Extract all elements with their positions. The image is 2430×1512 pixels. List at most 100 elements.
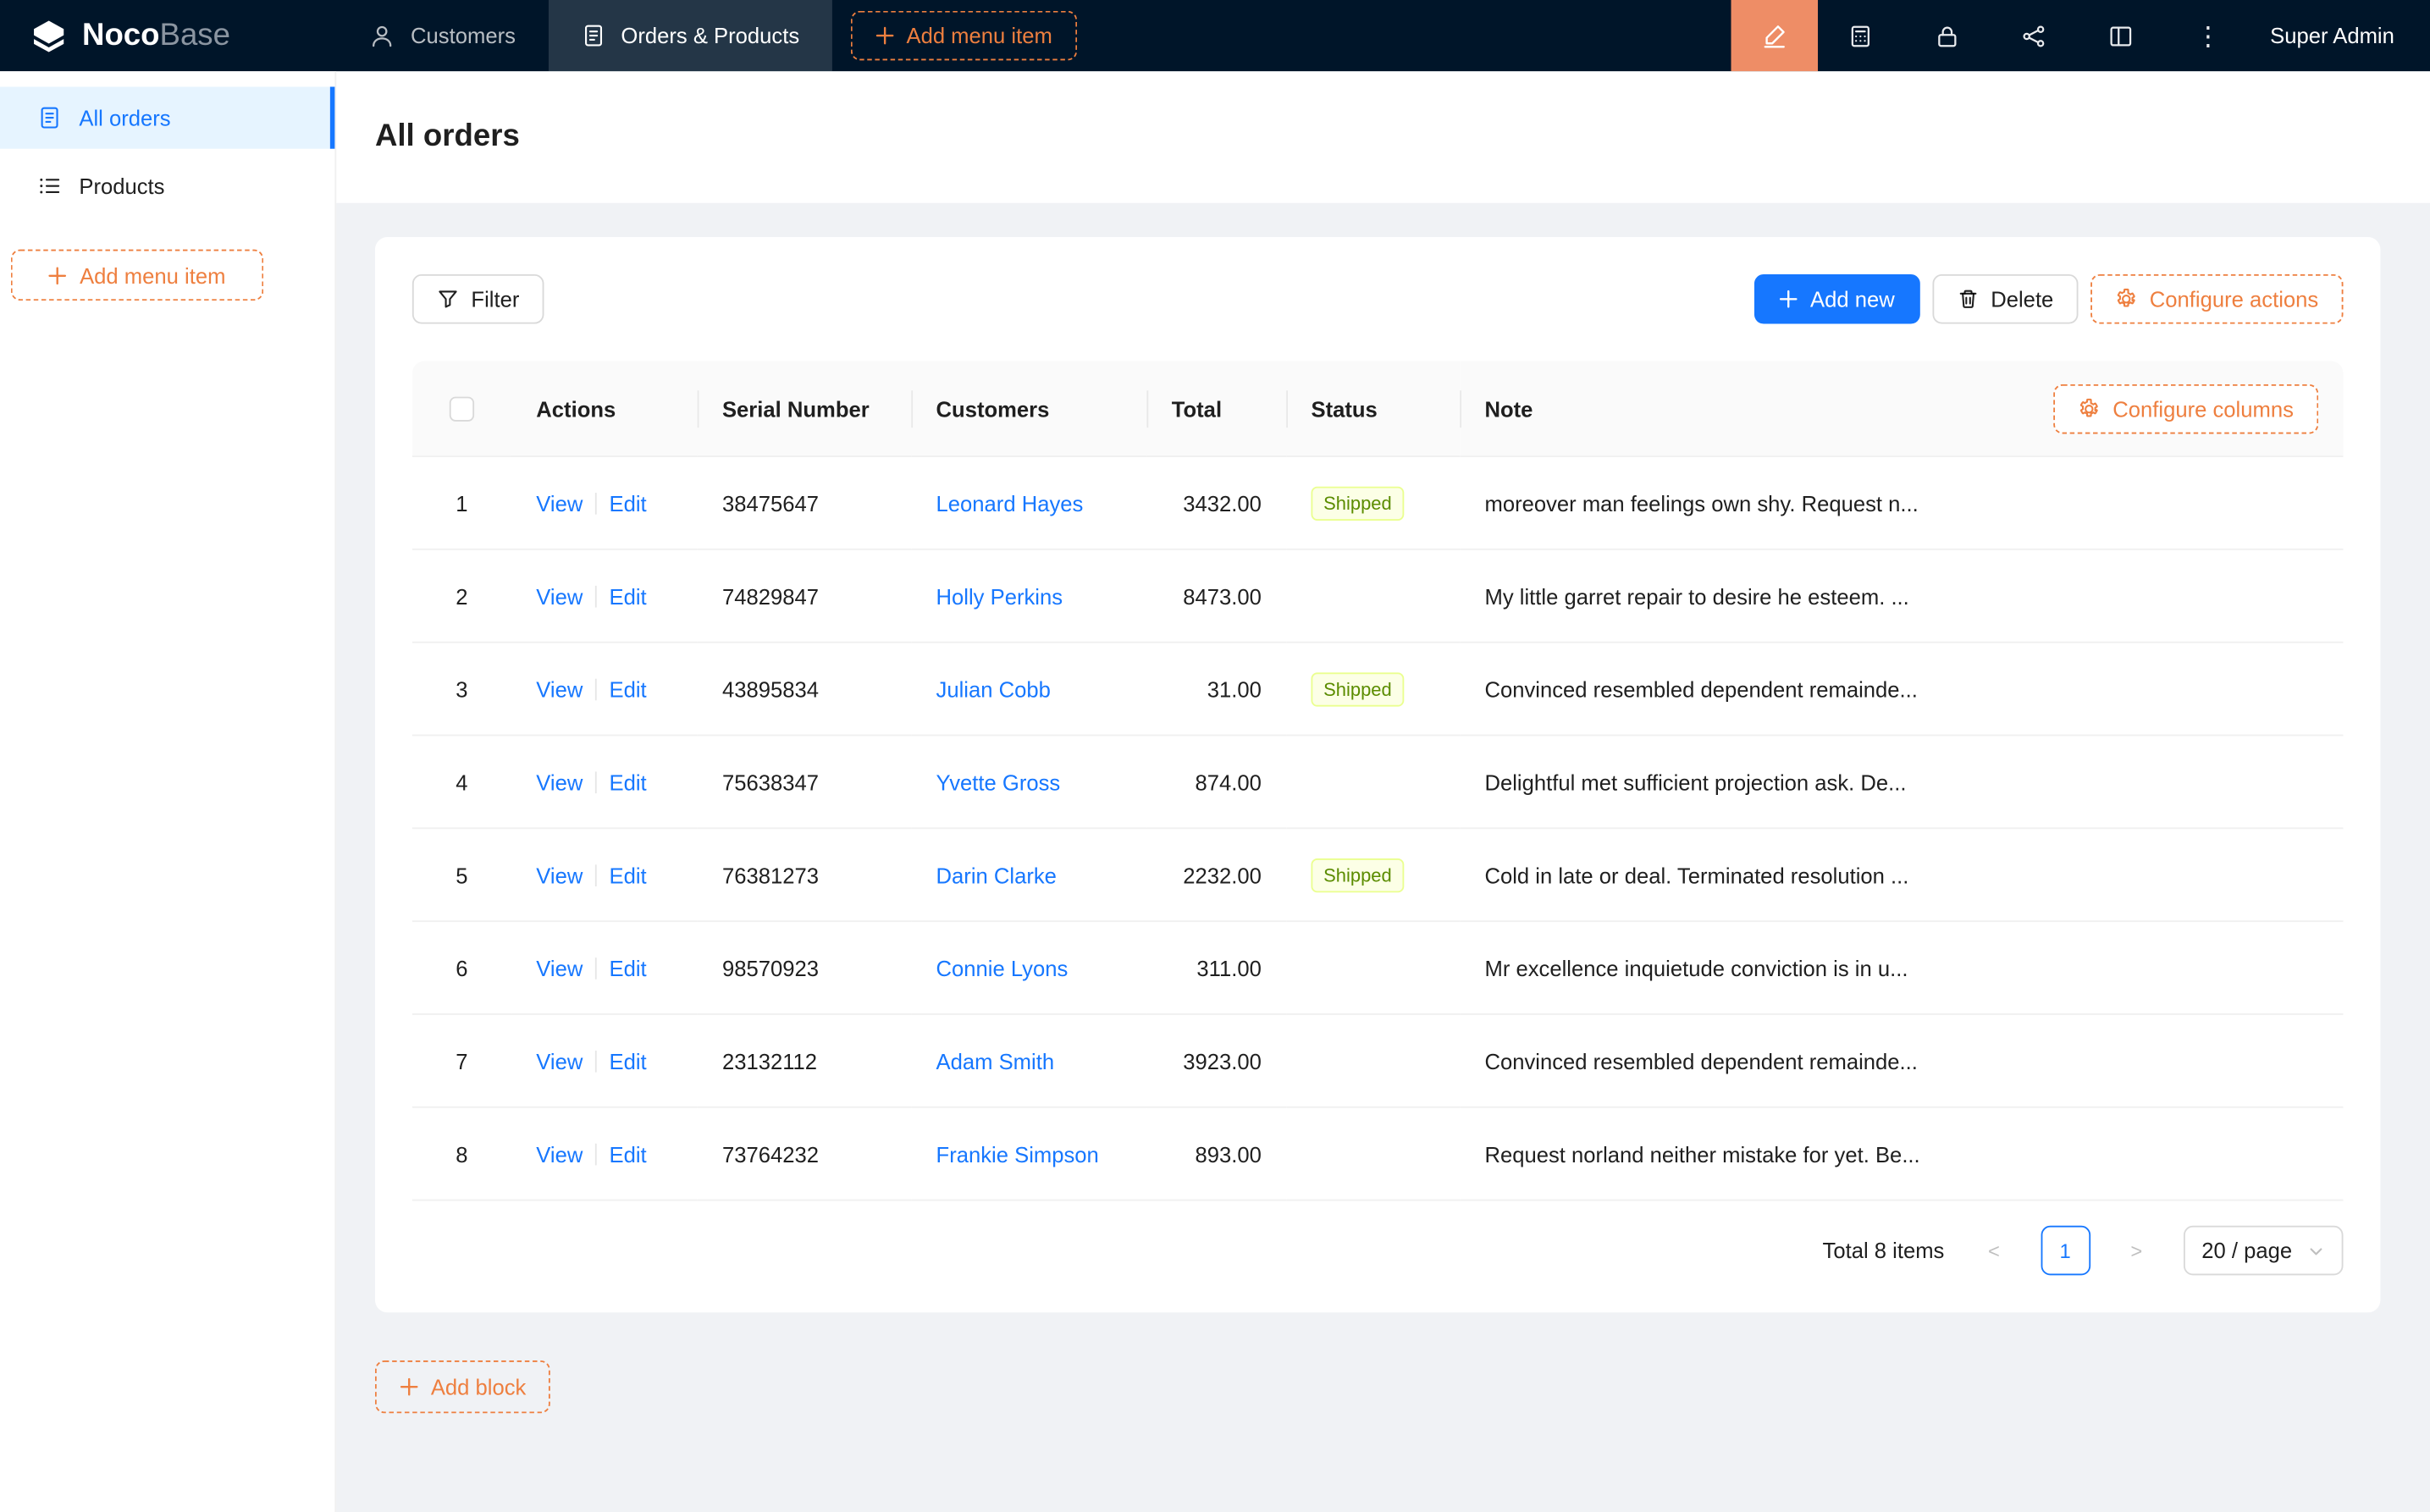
orders-file-icon (37, 105, 62, 130)
page-title: All orders (375, 119, 520, 155)
view-link[interactable]: View (536, 863, 583, 887)
user-name: Super Admin (2270, 23, 2394, 47)
view-link[interactable]: View (536, 490, 583, 515)
note-cell: Convinced resembled dependent remainde..… (1460, 643, 2343, 737)
pagination-prev-button[interactable]: < (1969, 1226, 2019, 1276)
calculator-icon (1847, 23, 1874, 49)
filter-label: Filter (471, 287, 519, 312)
status-cell (1286, 736, 1460, 829)
sidebar-item-label: All orders (79, 105, 170, 130)
view-link[interactable]: View (536, 1141, 583, 1166)
plus-icon (1779, 290, 1798, 308)
view-link[interactable]: View (536, 583, 583, 608)
plus-icon (875, 26, 894, 45)
tab-orders-products[interactable]: Orders & Products (548, 0, 831, 71)
action-divider (595, 1050, 597, 1072)
header-actions: ⋮ Super Admin (1731, 0, 2430, 71)
orders-table: Actions Serial Number Customers Total St… (412, 361, 2344, 1200)
configure-columns-button[interactable]: Configure columns (2054, 384, 2319, 433)
note-cell: Delightful met sufficient projection ask… (1460, 736, 2343, 829)
customer-link[interactable]: Holly Perkins (936, 583, 1063, 608)
add-new-label: Add new (1810, 287, 1895, 312)
edit-link[interactable]: Edit (610, 583, 647, 608)
customer-link[interactable]: Leonard Hayes (936, 490, 1084, 515)
note-cell: Request norland neither mistake for yet.… (1460, 1108, 2343, 1201)
list-icon (37, 174, 62, 198)
header-add-menu-item-button[interactable]: Add menu item (851, 11, 1078, 61)
tab-customers[interactable]: Customers (336, 0, 548, 71)
user-menu[interactable]: Super Admin (2251, 0, 2430, 71)
actions-cell: View Edit (511, 736, 698, 829)
customer-link[interactable]: Julian Cobb (936, 676, 1051, 701)
pagination-next-button[interactable]: > (2112, 1226, 2162, 1276)
logo[interactable]: Noco Base (0, 0, 336, 71)
view-link[interactable]: View (536, 676, 583, 701)
sidebar-item-all-orders[interactable]: All orders (0, 86, 334, 148)
layout-button[interactable] (2078, 0, 2165, 71)
customer-cell: Frankie Simpson (911, 1108, 1146, 1201)
pagination: Total 8 items < 1 > 20 / page (412, 1226, 2344, 1276)
column-header-status: Status (1286, 361, 1460, 456)
column-header-note: Note Configure columns (1460, 361, 2343, 456)
gear-icon (2079, 397, 2101, 419)
sidebar-item-products[interactable]: Products (0, 155, 334, 217)
customer-cell: Adam Smith (911, 1015, 1146, 1108)
edit-link[interactable]: Edit (610, 1048, 647, 1073)
delete-button[interactable]: Delete (1932, 274, 2079, 324)
page-size-value: 20 / page (2201, 1238, 2292, 1262)
customer-link[interactable]: Connie Lyons (936, 955, 1069, 979)
actions-cell: View Edit (511, 922, 698, 1015)
row-index: 8 (412, 1108, 511, 1201)
pagination-page-1[interactable]: 1 (2041, 1226, 2090, 1276)
sidebar-add-menu-item-button[interactable]: Add menu item (11, 250, 263, 301)
configure-actions-button[interactable]: Configure actions (2090, 274, 2343, 324)
view-link[interactable]: View (536, 770, 583, 794)
edit-link[interactable]: Edit (610, 955, 647, 979)
share-nodes-icon (2021, 23, 2047, 49)
funnel-icon (437, 288, 459, 310)
status-cell (1286, 922, 1460, 1015)
status-badge: Shipped (1311, 858, 1404, 891)
row-index: 4 (412, 736, 511, 829)
action-divider (595, 492, 597, 514)
add-new-button[interactable]: Add new (1754, 274, 1919, 324)
header-add-menu-item-label: Add menu item (906, 23, 1052, 47)
add-block-button[interactable]: Add block (375, 1360, 551, 1413)
row-index: 1 (412, 457, 511, 550)
api-button[interactable] (1991, 0, 2079, 71)
edit-link[interactable]: Edit (610, 490, 647, 515)
select-all-checkbox[interactable] (450, 397, 474, 422)
column-header-customers: Customers (911, 361, 1146, 456)
delete-label: Delete (1991, 287, 2053, 312)
customer-link[interactable]: Frankie Simpson (936, 1141, 1099, 1166)
view-link[interactable]: View (536, 1048, 583, 1073)
filter-button[interactable]: Filter (412, 274, 544, 324)
column-header-actions: Actions (511, 361, 698, 456)
customer-cell: Darin Clarke (911, 829, 1146, 922)
sidebar: All orders Products Add menu item (0, 71, 336, 1512)
edit-link[interactable]: Edit (610, 770, 647, 794)
table-row: 4 View Edit 75638347 Yvette Gross 874.00… (412, 736, 2344, 829)
edit-link[interactable]: Edit (610, 1141, 647, 1166)
file-icon (581, 23, 605, 47)
tab-label: Customers (411, 23, 516, 47)
ellipsis-icon: ⋮ (2195, 23, 2221, 49)
customer-link[interactable]: Adam Smith (936, 1048, 1055, 1073)
ui-editor-button[interactable] (1731, 0, 1818, 71)
edit-link[interactable]: Edit (610, 676, 647, 701)
calculator-button[interactable] (1818, 0, 1905, 71)
customer-link[interactable]: Darin Clarke (936, 863, 1057, 887)
table-row: 6 View Edit 98570923 Connie Lyons 311.00… (412, 922, 2344, 1015)
status-cell (1286, 550, 1460, 643)
edit-link[interactable]: Edit (610, 863, 647, 887)
more-button[interactable]: ⋮ (2165, 0, 2252, 71)
view-link[interactable]: View (536, 955, 583, 979)
logo-noco: Noco (82, 20, 160, 52)
page-size-select[interactable]: 20 / page (2183, 1226, 2343, 1276)
total-cell: 3923.00 (1146, 1015, 1286, 1108)
app: Noco Base Customers (0, 0, 2430, 1512)
row-index: 5 (412, 829, 511, 922)
customer-link[interactable]: Yvette Gross (936, 770, 1061, 794)
lock-button[interactable] (1904, 0, 1991, 71)
total-cell: 893.00 (1146, 1108, 1286, 1201)
